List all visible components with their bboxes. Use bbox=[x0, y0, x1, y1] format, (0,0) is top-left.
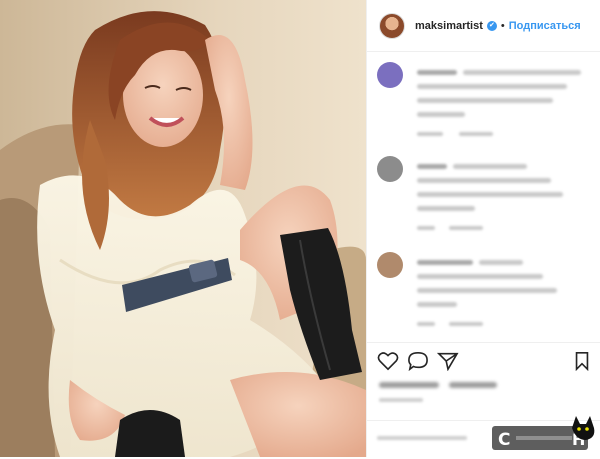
share-icon[interactable] bbox=[436, 351, 459, 376]
action-bar bbox=[367, 342, 600, 380]
follow-button[interactable]: Подписаться bbox=[509, 20, 581, 32]
comment-avatar[interactable] bbox=[377, 252, 403, 278]
comments-panel: maksimartist ✔ • Подписаться bbox=[366, 0, 600, 457]
post-photo[interactable] bbox=[0, 0, 366, 457]
comment-item bbox=[377, 156, 597, 236]
watermark: С Н bbox=[492, 412, 598, 454]
author-avatar[interactable] bbox=[379, 12, 405, 39]
separator-dot: • bbox=[500, 19, 505, 32]
author-username[interactable]: maksimartist bbox=[415, 20, 483, 32]
comment-avatar[interactable] bbox=[377, 156, 403, 182]
comment-icon[interactable] bbox=[407, 351, 429, 376]
svg-text:С: С bbox=[498, 430, 510, 450]
comment-item bbox=[377, 62, 597, 142]
verified-badge-icon: ✔ bbox=[486, 20, 497, 31]
post-date bbox=[379, 398, 423, 402]
likes-count[interactable] bbox=[379, 382, 439, 388]
photo-image bbox=[0, 0, 366, 457]
post-header: maksimartist ✔ • Подписаться bbox=[367, 0, 600, 52]
bookmark-icon[interactable] bbox=[573, 351, 591, 376]
comment-avatar[interactable] bbox=[377, 62, 403, 88]
comment-item bbox=[377, 252, 597, 332]
heart-icon[interactable] bbox=[377, 351, 399, 376]
